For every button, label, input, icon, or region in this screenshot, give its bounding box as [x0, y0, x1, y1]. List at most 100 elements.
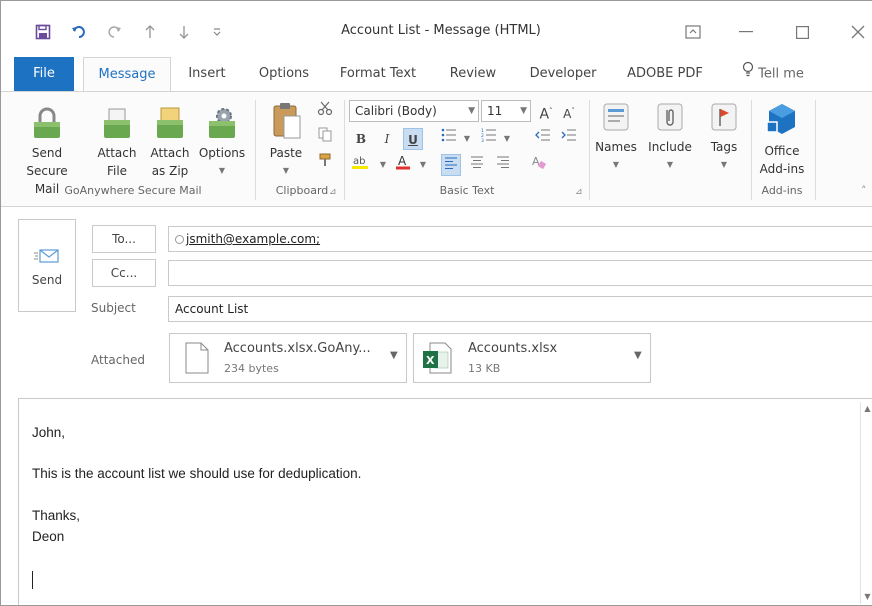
attach-as-zip-button[interactable]: Attach as Zip [145, 106, 195, 180]
tab-review[interactable]: Review [441, 57, 505, 91]
svg-text:ab: ab [353, 156, 365, 167]
attachment-name: Accounts.xlsx.GoAny... [224, 341, 371, 356]
clipboard-launcher-icon[interactable]: ⊿ [329, 187, 337, 197]
flag-icon [706, 100, 742, 136]
font-color-icon[interactable]: A [393, 154, 413, 176]
numbering-dropdown-icon[interactable]: ▼ [497, 128, 517, 150]
body-signature: Deon [32, 529, 65, 544]
paste-label: Paste [269, 146, 303, 160]
names-label: Names [595, 140, 637, 154]
send-envelope-icon [19, 248, 75, 267]
group-label-secure-mail: GoAnywhere Secure Mail [64, 184, 202, 197]
subject-field[interactable]: Account List [168, 296, 872, 322]
attach-as-zip-label-1: Attach [150, 146, 190, 160]
bullets-dropdown-icon[interactable]: ▼ [457, 128, 477, 150]
office-add-ins-button[interactable]: Office Add-ins [753, 100, 811, 178]
group-label-add-ins: Add-ins [761, 184, 803, 197]
tab-insert[interactable]: Insert [179, 57, 235, 91]
tags-label: Tags [710, 140, 738, 154]
to-field[interactable]: jsmith@example.com; [168, 226, 872, 252]
ribbon-display-options-icon[interactable] [678, 19, 708, 45]
group-separator [344, 100, 345, 200]
decrease-indent-icon[interactable] [533, 128, 553, 150]
collapse-ribbon-icon[interactable]: ˄ [861, 184, 867, 197]
font-size-dropdown-icon[interactable]: ▼ [520, 101, 527, 121]
font-size-combo[interactable]: 11 ▼ [481, 100, 531, 122]
attach-file-label-1: Attach [97, 146, 137, 160]
align-center-icon[interactable] [467, 154, 487, 176]
secure-mail-options-button[interactable]: Options ▼ [195, 106, 249, 180]
attachment-dropdown-icon[interactable]: ▼ [634, 350, 642, 361]
maximize-icon[interactable] [787, 19, 817, 45]
ribbon-tabs: File Message Insert Options Format Text … [1, 57, 872, 92]
svg-text:A: A [398, 154, 407, 168]
body-signoff: Thanks, [32, 508, 81, 523]
minimize-icon[interactable] [731, 19, 761, 45]
lightbulb-icon [742, 57, 754, 91]
close-icon[interactable] [843, 19, 872, 45]
align-left-icon[interactable] [441, 154, 461, 176]
underline-button[interactable]: U [403, 128, 423, 150]
tab-options[interactable]: Options [251, 57, 317, 91]
font-color-dropdown-icon[interactable]: ▼ [413, 154, 433, 176]
cut-icon[interactable] [315, 100, 335, 122]
clipboard-icon [268, 100, 304, 142]
tab-file[interactable]: File [14, 57, 74, 91]
paste-dropdown-icon: ▼ [282, 166, 290, 175]
shrink-font-icon[interactable]: A˅ [559, 100, 579, 122]
tab-format-text[interactable]: Format Text [333, 57, 423, 91]
highlight-dropdown-icon[interactable]: ▼ [373, 154, 393, 176]
cc-field[interactable] [168, 260, 872, 286]
bullets-icon[interactable] [439, 128, 459, 150]
tab-message[interactable]: Message [83, 57, 171, 92]
options-label: Options [198, 146, 246, 160]
text-caret [32, 571, 33, 589]
group-separator [255, 100, 256, 200]
font-name-combo[interactable]: Calibri (Body) ▼ [349, 100, 479, 122]
scroll-up-icon[interactable]: ▲ [861, 402, 872, 416]
options-dropdown-icon: ▼ [218, 166, 226, 175]
attachment-dropdown-icon[interactable]: ▼ [390, 350, 398, 361]
message-body-editor[interactable]: John, This is the account list we should… [18, 398, 872, 605]
title-bar: Account List - Message (HTML) [1, 1, 872, 57]
font-size-value: 11 [487, 104, 503, 118]
tags-button[interactable]: Tags ▼ [701, 100, 747, 174]
to-button[interactable]: To... [92, 225, 156, 253]
bold-button[interactable]: B [351, 128, 371, 150]
align-right-icon[interactable] [493, 154, 513, 176]
group-separator [751, 100, 752, 200]
grow-font-icon[interactable]: A˄ [536, 100, 556, 123]
office-add-ins-label-2: Add-ins [759, 162, 805, 176]
tab-developer[interactable]: Developer [521, 57, 605, 91]
to-recipient[interactable]: jsmith@example.com; [186, 232, 320, 246]
attachment-card[interactable]: X Accounts.xlsx 13 KB ▼ [413, 333, 651, 383]
body-vertical-scrollbar[interactable]: ▲ ▼ [860, 402, 872, 604]
ribbon: Send Secure Mail Attach File Attach as Z… [1, 91, 872, 207]
basic-text-launcher-icon[interactable]: ⊿ [575, 187, 583, 197]
font-name-dropdown-icon[interactable]: ▼ [468, 101, 475, 121]
include-button[interactable]: Include ▼ [643, 100, 697, 174]
attached-label: Attached [91, 353, 145, 367]
paste-button[interactable]: Paste ▼ [263, 100, 309, 180]
attachment-name: Accounts.xlsx [468, 341, 558, 356]
names-button[interactable]: Names ▼ [593, 100, 639, 174]
attachment-card[interactable]: Accounts.xlsx.GoAny... 234 bytes ▼ [169, 333, 407, 383]
format-painter-icon[interactable] [315, 152, 335, 174]
send-button[interactable]: Send [18, 219, 76, 312]
attach-file-label-2: File [106, 164, 128, 178]
tell-me-search[interactable]: Tell me [729, 57, 817, 91]
send-secure-mail-label-1: Send [31, 146, 63, 160]
zip-folder-icon [152, 106, 188, 142]
highlight-icon[interactable]: ab [351, 154, 371, 176]
tab-adobe-pdf[interactable]: ADOBE PDF [619, 57, 711, 91]
address-book-icon [598, 100, 634, 136]
cc-button[interactable]: Cc... [92, 259, 156, 287]
copy-icon[interactable] [315, 126, 335, 148]
svg-text:3: 3 [481, 138, 484, 142]
scroll-down-icon[interactable]: ▼ [861, 590, 872, 604]
italic-button[interactable]: I [377, 128, 397, 150]
attach-file-button[interactable]: Attach File [91, 106, 143, 180]
numbering-icon[interactable]: 123 [479, 128, 499, 150]
clear-formatting-icon[interactable]: A [529, 154, 549, 176]
increase-indent-icon[interactable] [559, 128, 579, 150]
